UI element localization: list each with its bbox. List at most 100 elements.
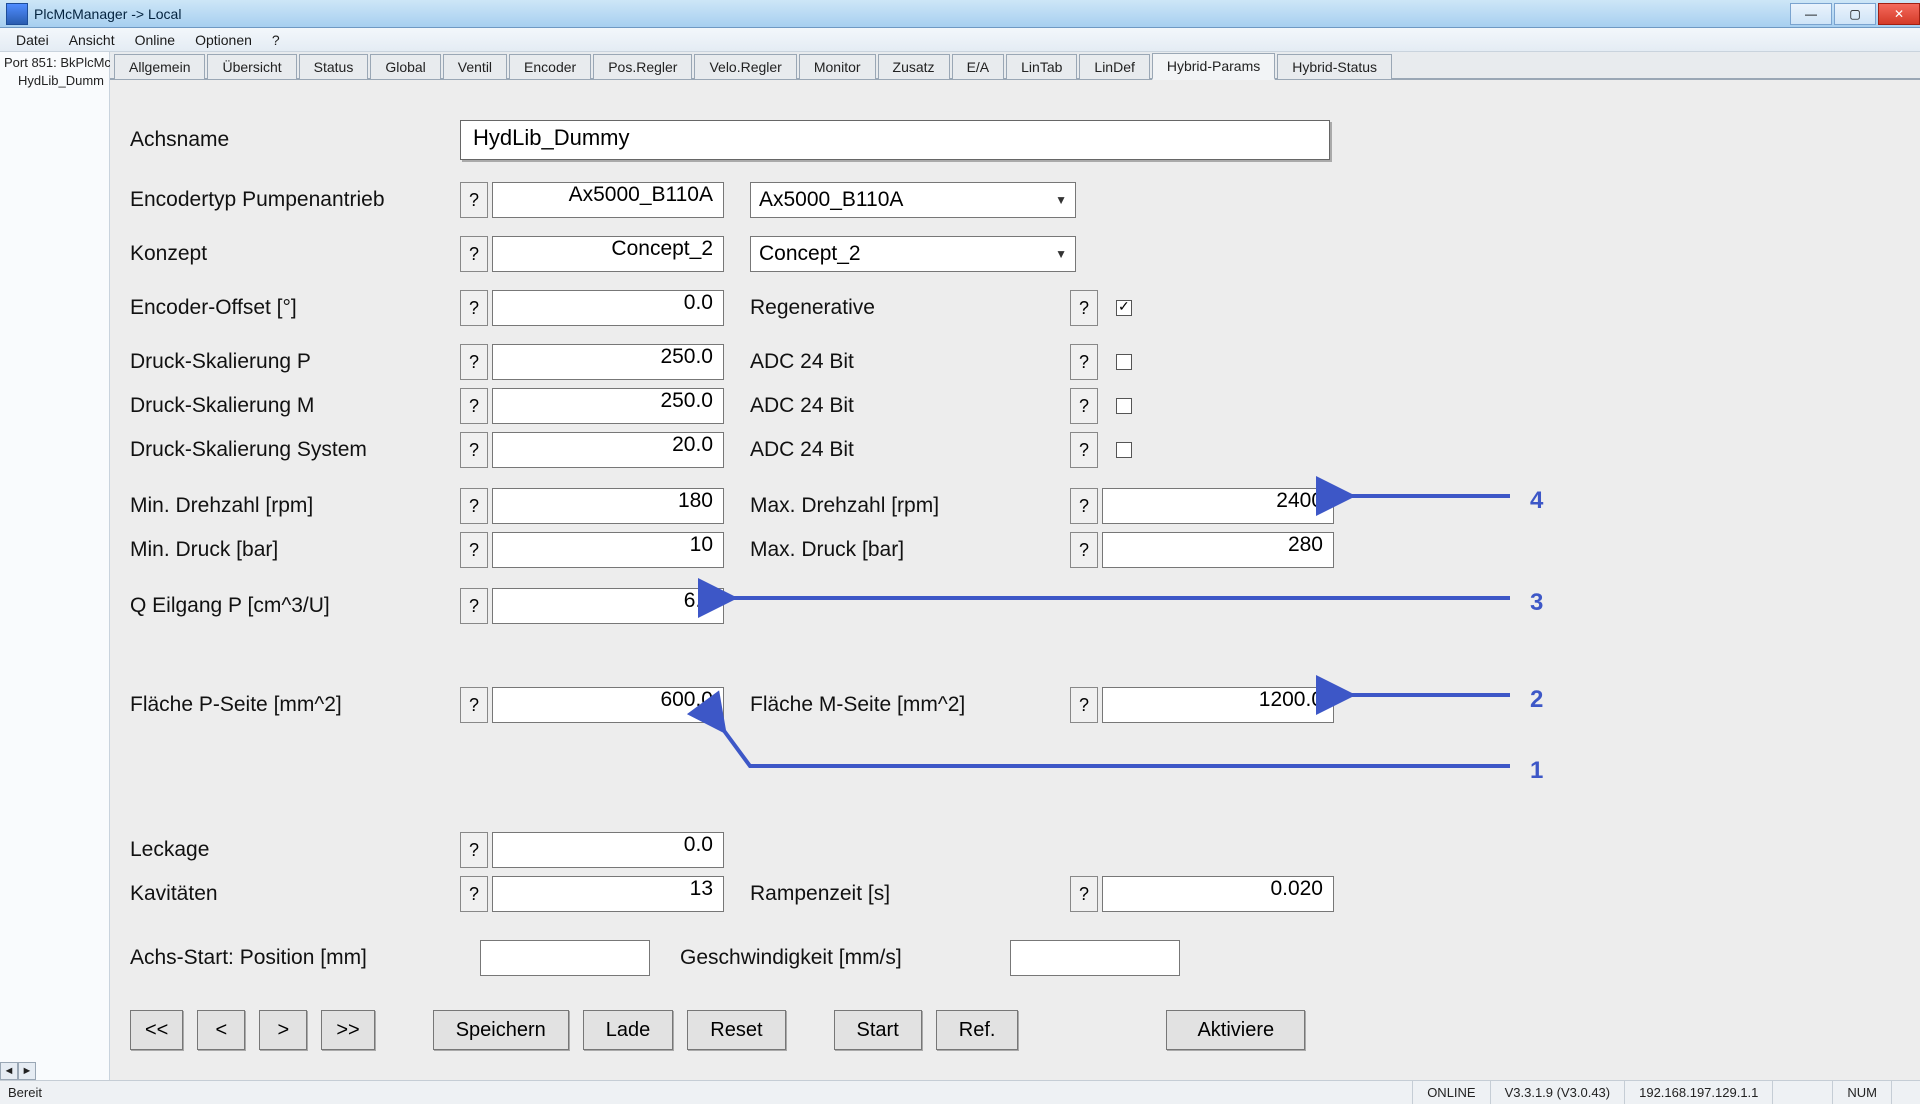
menu-online[interactable]: Online (125, 32, 185, 48)
help-leckage[interactable]: ? (460, 832, 488, 868)
help-max-druck[interactable]: ? (1070, 532, 1098, 568)
regenerative-checkbox[interactable] (1116, 300, 1132, 316)
label-achs-start: Achs-Start: Position [mm] (130, 946, 480, 970)
tab-encoder[interactable]: Encoder (509, 54, 591, 79)
flaeche-p-input[interactable]: 600.0 (492, 687, 724, 723)
min-druck-input[interactable]: 10 (492, 532, 724, 568)
first-button[interactable]: << (130, 1010, 183, 1050)
help-encoder-offset[interactable]: ? (460, 290, 488, 326)
tab-ventil[interactable]: Ventil (443, 54, 507, 79)
label-druck-p: Druck-Skalierung P (130, 350, 460, 374)
minimize-button[interactable]: — (1790, 3, 1832, 25)
tab-posregler[interactable]: Pos.Regler (593, 54, 692, 79)
status-num: NUM (1832, 1081, 1891, 1104)
help-adc-1[interactable]: ? (1070, 344, 1098, 380)
annotation-4: 4 (1530, 487, 1544, 514)
help-min-druck[interactable]: ? (460, 532, 488, 568)
achsname-input[interactable]: HydLib_Dummy (460, 120, 1330, 160)
q-eilgang-input[interactable]: 6.3 (492, 588, 724, 624)
tree-port[interactable]: Port 851: BkPlcMc (4, 54, 105, 72)
encoder-offset-input[interactable]: 0.0 (492, 290, 724, 326)
help-adc-3[interactable]: ? (1070, 432, 1098, 468)
adc2-checkbox[interactable] (1116, 398, 1132, 414)
help-adc-2[interactable]: ? (1070, 388, 1098, 424)
rampenzeit-input[interactable]: 0.020 (1102, 876, 1334, 912)
tab-lindef[interactable]: LinDef (1079, 54, 1149, 79)
aktiviere-button[interactable]: Aktiviere (1166, 1010, 1305, 1050)
tab-monitor[interactable]: Monitor (799, 54, 876, 79)
reset-button[interactable]: Reset (687, 1010, 785, 1050)
kavitaeten-input[interactable]: 13 (492, 876, 724, 912)
tab-ea[interactable]: E/A (952, 54, 1005, 79)
tab-hybrid-params[interactable]: Hybrid-Params (1152, 53, 1275, 80)
help-flaeche-m[interactable]: ? (1070, 687, 1098, 723)
start-button[interactable]: Start (834, 1010, 922, 1050)
help-max-rpm[interactable]: ? (1070, 488, 1098, 524)
tab-status[interactable]: Status (299, 54, 369, 79)
form: Achsname HydLib_Dummy Encodertyp Pumpena… (110, 80, 1920, 1080)
label-max-rpm: Max. Drehzahl [rpm] (750, 494, 1070, 518)
help-rampenzeit[interactable]: ? (1070, 876, 1098, 912)
last-button[interactable]: >> (321, 1010, 374, 1050)
label-min-druck: Min. Druck [bar] (130, 538, 460, 562)
label-flaeche-p: Fläche P-Seite [mm^2] (130, 693, 460, 717)
help-konzept[interactable]: ? (460, 236, 488, 272)
help-encodertyp[interactable]: ? (460, 182, 488, 218)
help-regenerative[interactable]: ? (1070, 290, 1098, 326)
lade-button[interactable]: Lade (583, 1010, 674, 1050)
label-max-druck: Max. Druck [bar] (750, 538, 1070, 562)
tab-lintab[interactable]: LinTab (1006, 54, 1077, 79)
leckage-input[interactable]: 0.0 (492, 832, 724, 868)
next-button[interactable]: > (259, 1010, 307, 1050)
maximize-button[interactable]: ▢ (1834, 3, 1876, 25)
menubar: Datei Ansicht Online Optionen ? (0, 28, 1920, 52)
scroll-left-icon[interactable]: ◄ (0, 1062, 18, 1080)
tab-veloregler[interactable]: Velo.Regler (694, 54, 796, 79)
label-encoder-offset: Encoder-Offset [°] (130, 296, 460, 320)
titlebar: PlcMcManager -> Local — ▢ ✕ (0, 0, 1920, 28)
menu-datei[interactable]: Datei (6, 32, 59, 48)
adc3-checkbox[interactable] (1116, 442, 1132, 458)
close-button[interactable]: ✕ (1878, 3, 1920, 25)
label-regenerative: Regenerative (750, 296, 1070, 320)
prev-button[interactable]: < (197, 1010, 245, 1050)
konzept-text[interactable]: Concept_2 (492, 236, 724, 272)
tab-zusatz[interactable]: Zusatz (878, 54, 950, 79)
help-q-eilgang[interactable]: ? (460, 588, 488, 624)
druck-sys-input[interactable]: 20.0 (492, 432, 724, 468)
adc1-checkbox[interactable] (1116, 354, 1132, 370)
help-kavitaeten[interactable]: ? (460, 876, 488, 912)
tabbar: Allgemein Übersicht Status Global Ventil… (110, 52, 1920, 80)
min-rpm-input[interactable]: 180 (492, 488, 724, 524)
max-druck-input[interactable]: 280 (1102, 532, 1334, 568)
max-rpm-input[interactable]: 2400 (1102, 488, 1334, 524)
achs-start-input[interactable] (480, 940, 650, 976)
help-min-rpm[interactable]: ? (460, 488, 488, 524)
menu-optionen[interactable]: Optionen (185, 32, 262, 48)
help-flaeche-p[interactable]: ? (460, 687, 488, 723)
help-druck-p[interactable]: ? (460, 344, 488, 380)
flaeche-m-input[interactable]: 1200.0 (1102, 687, 1334, 723)
menu-help[interactable]: ? (262, 32, 290, 48)
status-ready: Bereit (0, 1085, 42, 1100)
tab-global[interactable]: Global (370, 54, 440, 79)
tree-axis[interactable]: HydLib_Dumm (4, 72, 105, 90)
druck-m-input[interactable]: 250.0 (492, 388, 724, 424)
menu-ansicht[interactable]: Ansicht (59, 32, 125, 48)
main-panel: Allgemein Übersicht Status Global Ventil… (110, 52, 1920, 1080)
help-druck-sys[interactable]: ? (460, 432, 488, 468)
ref-button[interactable]: Ref. (936, 1010, 1019, 1050)
tab-allgemein[interactable]: Allgemein (114, 54, 205, 79)
konzept-select[interactable]: Concept_2 ▼ (750, 236, 1076, 272)
help-druck-m[interactable]: ? (460, 388, 488, 424)
druck-p-input[interactable]: 250.0 (492, 344, 724, 380)
encodertyp-text[interactable]: Ax5000_B110A (492, 182, 724, 218)
encodertyp-select[interactable]: Ax5000_B110A ▼ (750, 182, 1076, 218)
annotation-overlay: 4 3 2 1 (110, 80, 1910, 1080)
speichern-button[interactable]: Speichern (433, 1010, 569, 1050)
window-title: PlcMcManager -> Local (34, 6, 181, 22)
scroll-right-icon[interactable]: ► (18, 1062, 36, 1080)
tab-uebersicht[interactable]: Übersicht (207, 54, 296, 79)
tab-hybrid-status[interactable]: Hybrid-Status (1277, 54, 1392, 79)
geschw-input[interactable] (1010, 940, 1180, 976)
